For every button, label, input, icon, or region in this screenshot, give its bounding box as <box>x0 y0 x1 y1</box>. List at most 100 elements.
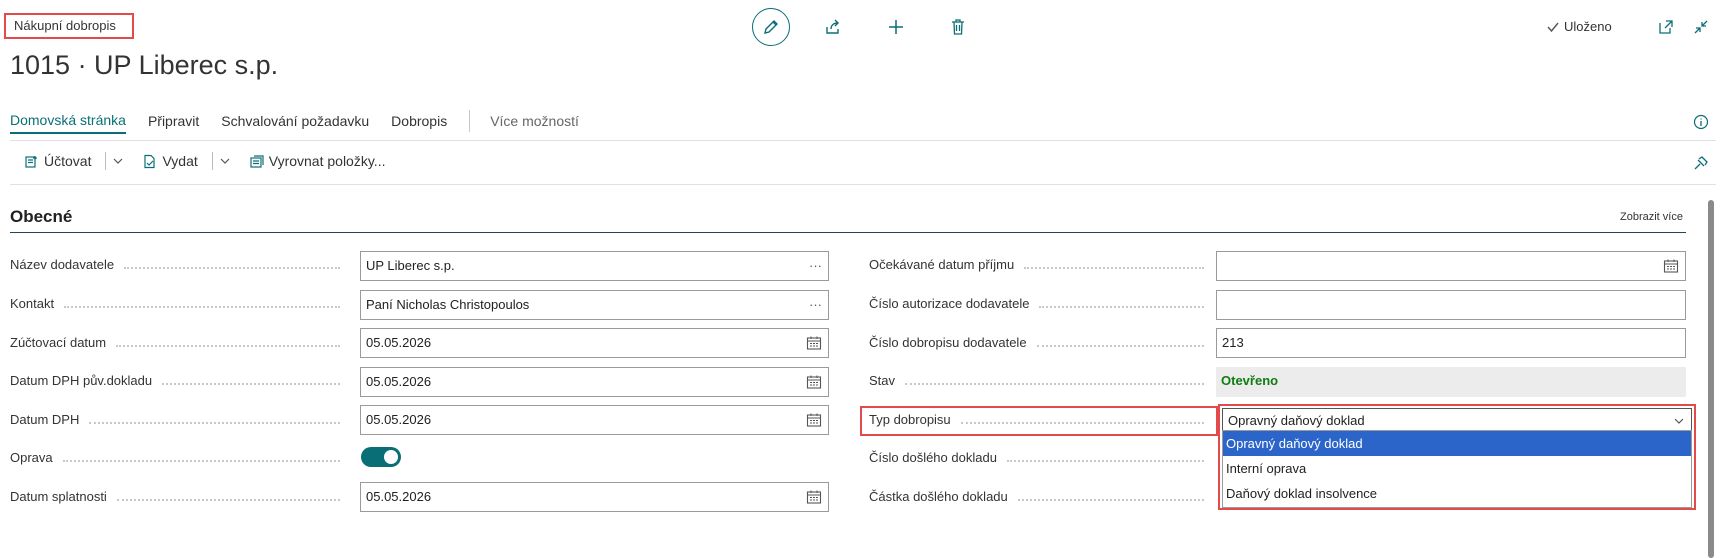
page-title: 1015 · UP Liberec s.p. <box>10 50 279 80</box>
vendor-auth-no-field[interactable] <box>1216 290 1686 320</box>
trash-icon <box>952 19 964 35</box>
personalize-button[interactable] <box>1688 150 1714 176</box>
calendar-icon[interactable] <box>1663 252 1679 280</box>
tab-prepare[interactable]: Připravit <box>148 109 199 133</box>
leader-dots <box>64 305 340 308</box>
vendor-cr-memo-no-value: 213 <box>1222 335 1244 350</box>
release-split <box>211 152 213 170</box>
vendor-name-label-text: Název dodavatele <box>10 257 115 272</box>
status-label: Stav <box>869 373 1214 388</box>
vat-orig-date-label: Datum DPH pův.dokladu <box>10 373 350 388</box>
tab-request-approval[interactable]: Schvalování požadavku <box>221 109 369 133</box>
chevron-down-icon[interactable] <box>112 155 124 167</box>
due-date-value: 05.05.2026 <box>366 489 432 504</box>
expected-receipt-date-label: Očekávané datum příjmu <box>869 257 1214 272</box>
vendor-name-value: UP Liberec s.p. <box>366 258 455 273</box>
new-button[interactable] <box>883 14 909 40</box>
more-icon[interactable]: ··· <box>809 291 822 319</box>
calendar-icon[interactable] <box>806 368 822 396</box>
contact-field[interactable]: Paní Nicholas Christopoulos ··· <box>360 290 829 320</box>
collapse-button[interactable] <box>1688 14 1714 40</box>
credit-memo-type-label-text: Typ dobropisu <box>869 412 951 427</box>
apply-entries-button[interactable]: Vyrovnat položky... <box>249 153 385 169</box>
open-new-window-button[interactable] <box>1653 14 1679 40</box>
actions-divider <box>10 184 1716 185</box>
show-more-link[interactable]: Zobrazit více <box>1620 211 1683 223</box>
post-icon <box>25 155 37 168</box>
info-icon <box>1693 114 1709 130</box>
delete-button[interactable] <box>945 14 971 40</box>
credit-memo-type-label: Typ dobropisu <box>869 412 1214 427</box>
tab-credit-memo[interactable]: Dobropis <box>391 109 447 133</box>
due-date-field[interactable]: 05.05.2026 <box>360 482 829 512</box>
leader-dots <box>62 459 340 462</box>
leader-dots <box>1006 459 1204 462</box>
leader-dots <box>116 498 340 501</box>
action-tabs: Domovská stránka Připravit Schvalování p… <box>10 108 601 134</box>
ext-doc-no-label-text: Číslo došlého dokladu <box>869 450 997 465</box>
pin-icon <box>1694 156 1708 170</box>
leader-dots <box>905 382 1204 385</box>
breadcrumb[interactable]: Nákupní dobropis <box>4 13 134 39</box>
calendar-icon[interactable] <box>806 329 822 357</box>
vat-orig-date-value: 05.05.2026 <box>366 374 432 389</box>
tab-home[interactable]: Domovská stránka <box>10 108 126 134</box>
leader-dots <box>960 421 1204 424</box>
saved-status: Uloženo <box>1546 19 1612 34</box>
apply-entries-icon <box>250 154 264 168</box>
posting-date-field[interactable]: 05.05.2026 <box>360 328 829 358</box>
vendor-auth-no-label-text: Číslo autorizace dodavatele <box>869 296 1030 311</box>
vat-orig-date-label-text: Datum DPH pův.dokladu <box>10 373 153 388</box>
chevron-down-icon[interactable] <box>219 155 231 167</box>
section-title[interactable]: Obecné <box>10 207 72 227</box>
release-label: Vydat <box>162 153 198 169</box>
vat-date-label-text: Datum DPH <box>10 412 80 427</box>
check-icon <box>1547 22 1559 32</box>
due-date-label-text: Datum splatnosti <box>10 489 107 504</box>
vendor-name-label: Název dodavatele <box>10 257 350 272</box>
posting-date-label: Zúčtovací datum <box>10 335 350 350</box>
calendar-icon[interactable] <box>806 406 822 434</box>
toggle-knob <box>384 450 398 464</box>
post-button[interactable]: Účtovat <box>24 153 91 169</box>
correction-label-text: Oprava <box>10 450 53 465</box>
contact-value: Paní Nicholas Christopoulos <box>366 297 530 312</box>
vertical-scrollbar[interactable] <box>1708 200 1714 558</box>
vendor-cr-memo-no-field[interactable]: 213 <box>1216 328 1686 358</box>
post-split <box>105 152 107 170</box>
tabs-divider <box>10 140 1716 141</box>
leader-dots <box>116 344 340 347</box>
correction-toggle[interactable] <box>361 447 401 467</box>
expected-receipt-date-field[interactable] <box>1216 251 1686 281</box>
release-icon <box>144 154 156 168</box>
calendar-icon[interactable] <box>806 483 822 511</box>
vendor-cr-memo-no-label-text: Číslo dobropisu dodavatele <box>869 335 1027 350</box>
release-button[interactable]: Vydat <box>142 153 198 169</box>
saved-label: Uloženo <box>1564 19 1612 34</box>
contact-label: Kontakt <box>10 296 350 311</box>
leader-dots <box>1024 266 1204 269</box>
dropdown-highlight <box>1218 404 1696 510</box>
section-underline <box>10 232 1686 233</box>
share-icon <box>826 19 839 34</box>
leader-dots <box>124 266 340 269</box>
post-label: Účtovat <box>44 153 92 169</box>
vat-date-field[interactable]: 05.05.2026 <box>360 405 829 435</box>
status-label-text: Stav <box>869 373 896 388</box>
leader-dots <box>1036 344 1204 347</box>
edit-button[interactable] <box>752 8 790 46</box>
vat-orig-date-field[interactable]: 05.05.2026 <box>360 367 829 397</box>
collapse-icon <box>1694 20 1708 34</box>
tab-more-options[interactable]: Více možností <box>490 109 579 133</box>
plus-icon <box>889 20 903 34</box>
leader-dots <box>1017 498 1204 501</box>
share-button[interactable] <box>820 14 846 40</box>
contact-label-text: Kontakt <box>10 296 55 311</box>
vendor-name-field[interactable]: UP Liberec s.p. ··· <box>360 251 829 281</box>
correction-label: Oprava <box>10 450 350 465</box>
info-button[interactable] <box>1688 109 1714 135</box>
more-icon[interactable]: ··· <box>809 252 822 280</box>
vendor-auth-no-label: Číslo autorizace dodavatele <box>869 296 1214 311</box>
posting-date-value: 05.05.2026 <box>366 335 432 350</box>
vendor-cr-memo-no-label: Číslo dobropisu dodavatele <box>869 335 1214 350</box>
